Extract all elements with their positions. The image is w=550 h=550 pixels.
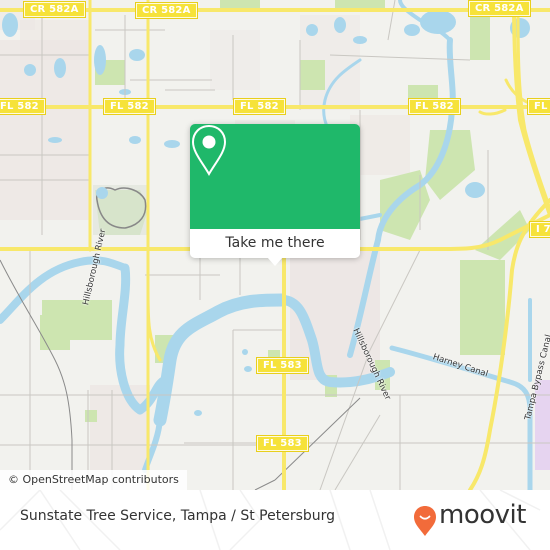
location-pin-icon bbox=[191, 124, 227, 176]
map-attribution[interactable]: © OpenStreetMap contributors bbox=[0, 470, 187, 490]
road-shield-cr582a: CR 582A bbox=[468, 0, 531, 17]
road-shield-fl582: FL 582 bbox=[408, 98, 461, 115]
brand-name: moovit bbox=[439, 500, 526, 530]
popup-header bbox=[190, 124, 360, 229]
moovit-smiley-pin-icon bbox=[414, 506, 436, 536]
popup-pointer bbox=[267, 257, 283, 266]
footer-bar: Sunstate Tree Service, Tampa / St Peters… bbox=[0, 490, 550, 550]
road-shield-fl582: FL 5 bbox=[526, 98, 550, 115]
location-popup: Take me there bbox=[190, 124, 360, 266]
road-shield-cr582a: CR 582A bbox=[135, 2, 198, 19]
road-shield-fl583: FL 583 bbox=[256, 435, 309, 452]
road-shield-i75: I 75 bbox=[529, 221, 550, 238]
road-shield-fl582: FL 582 bbox=[233, 98, 286, 115]
map-canvas[interactable]: CR 582A CR 582A CR 582A FL 582 FL 582 FL… bbox=[0, 0, 550, 490]
place-title: Sunstate Tree Service, Tampa / St Peters… bbox=[20, 508, 336, 524]
road-shield-fl582: FL 582 bbox=[103, 98, 156, 115]
road-shield-cr582a: CR 582A bbox=[23, 1, 86, 18]
road-shield-fl583: FL 583 bbox=[256, 357, 309, 374]
road-shield-fl582: FL 582 bbox=[0, 98, 46, 115]
take-me-there-button[interactable]: Take me there bbox=[190, 229, 360, 258]
